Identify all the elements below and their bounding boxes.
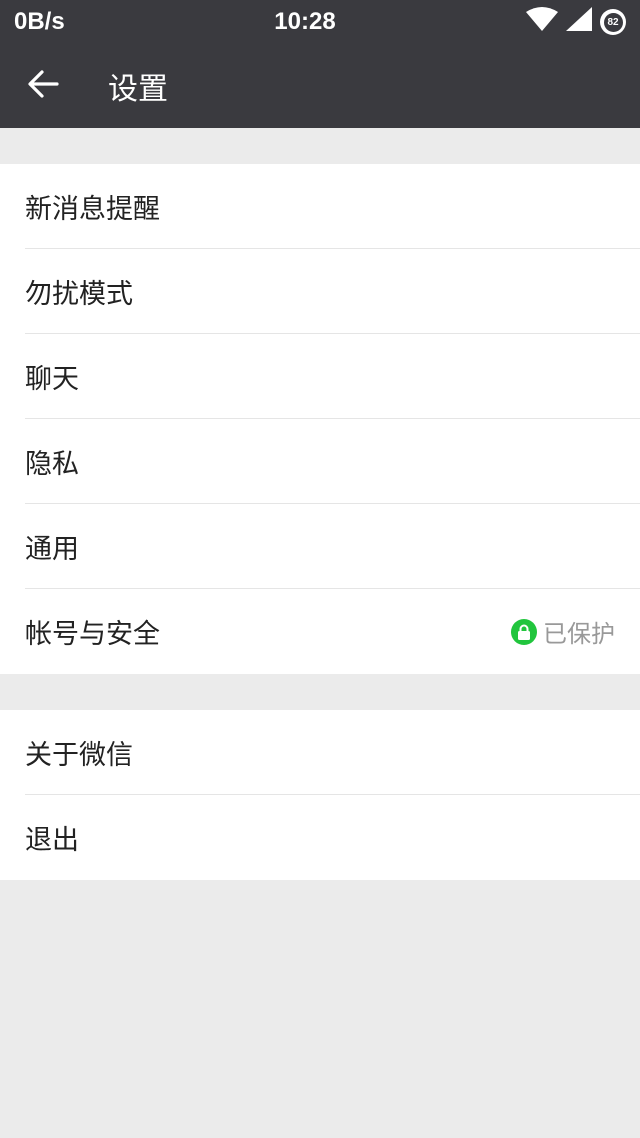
lock-icon: [511, 618, 537, 645]
status-icons: 82: [496, 6, 626, 38]
settings-item-chats[interactable]: 聊天: [25, 334, 640, 419]
settings-item-about[interactable]: 关于微信: [25, 710, 640, 795]
page-title: 设置: [108, 72, 168, 107]
settings-group-secondary: 关于微信 退出: [0, 710, 640, 880]
arrow-left-icon: [27, 69, 59, 103]
settings-item-do-not-disturb[interactable]: 勿扰模式: [25, 249, 640, 334]
settings-item-privacy[interactable]: 隐私: [25, 419, 640, 504]
cell-signal-icon: [566, 6, 592, 38]
settings-item-label: 关于微信: [25, 739, 133, 771]
back-button[interactable]: [0, 44, 86, 128]
battery-ring-icon: 82: [600, 9, 626, 35]
settings-item-logout[interactable]: 退出: [25, 795, 640, 880]
settings-group-main: 新消息提醒 勿扰模式 聊天 隐私 通用 帐号与安全 已保护: [0, 164, 640, 674]
section-gap: [0, 128, 640, 164]
settings-item-new-message-alerts[interactable]: 新消息提醒: [25, 164, 640, 249]
settings-item-label: 退出: [25, 825, 79, 856]
settings-item-label: 聊天: [25, 363, 79, 395]
status-time: 10:28: [274, 8, 336, 35]
settings-item-account-security[interactable]: 帐号与安全 已保护: [25, 589, 640, 674]
status-bar: 0B/s 10:28 82: [0, 0, 640, 44]
page-background: [0, 880, 640, 1136]
top-app-bar: 设置: [0, 44, 640, 128]
settings-item-label: 帐号与安全: [25, 619, 160, 650]
settings-item-label: 通用: [25, 533, 79, 565]
settings-item-label: 勿扰模式: [25, 278, 133, 310]
battery-level: 82: [603, 12, 623, 32]
section-gap: [0, 674, 640, 710]
settings-item-general[interactable]: 通用: [25, 504, 640, 589]
settings-item-label: 隐私: [25, 448, 79, 480]
security-status: 已保护: [511, 614, 615, 649]
wifi-icon: [526, 6, 558, 38]
settings-item-label: 新消息提醒: [25, 193, 160, 225]
security-status-text: 已保护: [543, 620, 615, 648]
